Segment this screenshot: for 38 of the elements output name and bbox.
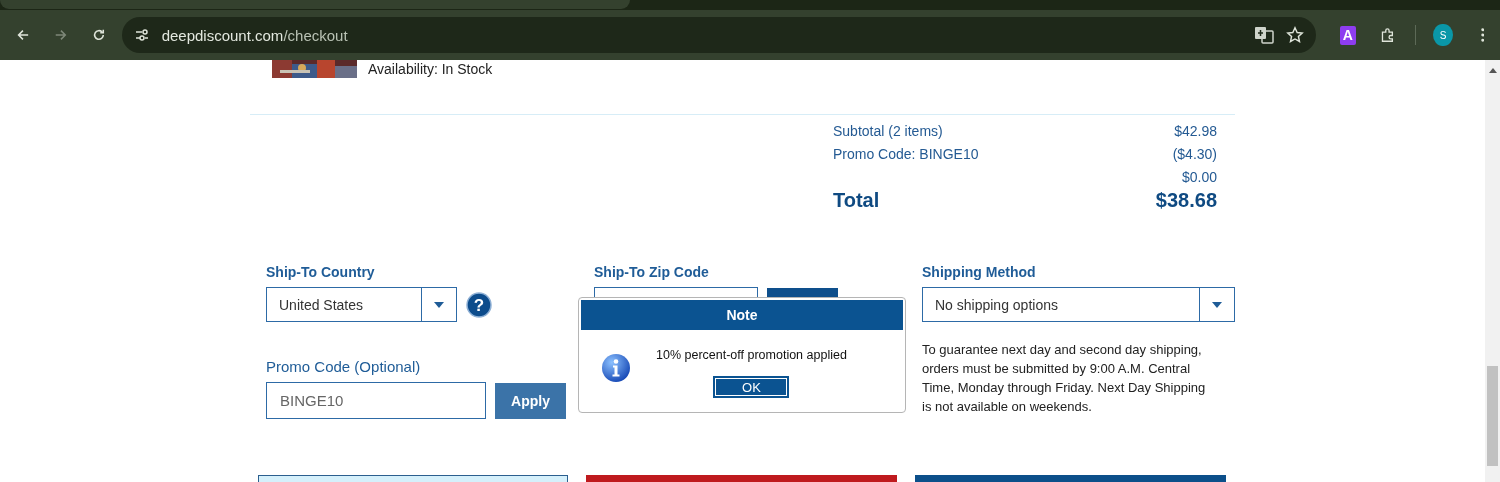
dialog-message: 10% percent-off promotion applied <box>656 348 847 362</box>
summary-label: Subtotal (2 items) <box>833 122 943 139</box>
summary-amount: $42.98 <box>1174 122 1217 139</box>
total-label: Total <box>833 188 880 212</box>
summary-amount: $0.00 <box>1181 168 1217 185</box>
translate-icon[interactable] <box>1253 25 1274 45</box>
address-bar[interactable]: deepdiscount.com/checkout <box>121 17 1316 53</box>
info-icon <box>601 353 631 383</box>
menu-icon[interactable] <box>1480 27 1484 43</box>
field-label: Promo Code (Optional) <box>266 358 422 375</box>
summary-label: Promo Code: BINGE10 <box>833 145 979 162</box>
promo-code-field[interactable]: BINGE10 <box>266 382 486 419</box>
forward-icon[interactable] <box>53 27 68 43</box>
country-select[interactable]: United States <box>266 287 457 322</box>
help-icon[interactable]: ? <box>466 291 492 318</box>
ok-button[interactable]: OK <box>713 376 790 398</box>
scroll-thumb[interactable] <box>1487 366 1498 466</box>
field-label: Ship-To Country <box>266 264 376 280</box>
apply-button[interactable]: Apply <box>495 382 566 419</box>
url-text: deepdiscount.com/checkout <box>161 26 348 44</box>
field-label: Shipping Method <box>922 264 1037 280</box>
profile-avatar[interactable]: S <box>1433 24 1453 46</box>
site-settings-icon[interactable] <box>133 27 150 43</box>
availability-text: Availability: In Stock <box>368 61 493 77</box>
scroll-up-icon[interactable] <box>1488 68 1497 73</box>
reload-icon[interactable] <box>91 27 106 43</box>
total-amount: $38.68 <box>1155 188 1217 212</box>
extension-button[interactable]: A <box>1339 25 1357 45</box>
dialog-title: Note <box>581 300 903 330</box>
shipping-method-select[interactable]: No shipping options <box>922 287 1235 322</box>
back-icon[interactable] <box>16 27 30 43</box>
caret-icon <box>1212 301 1222 308</box>
scrollbar[interactable] <box>1485 60 1500 482</box>
shipping-note: To guarantee next day and second day shipping, orders must be submitted by 9:00 A.M. Central Time, Monday through Friday. Next Day Shipping is not available on weekends. <box>922 341 1207 416</box>
field-label: Ship-To Zip Code <box>594 264 710 280</box>
star-icon[interactable] <box>1285 26 1304 44</box>
caret-icon <box>434 301 444 308</box>
summary-amount: ($4.30) <box>1172 145 1217 162</box>
